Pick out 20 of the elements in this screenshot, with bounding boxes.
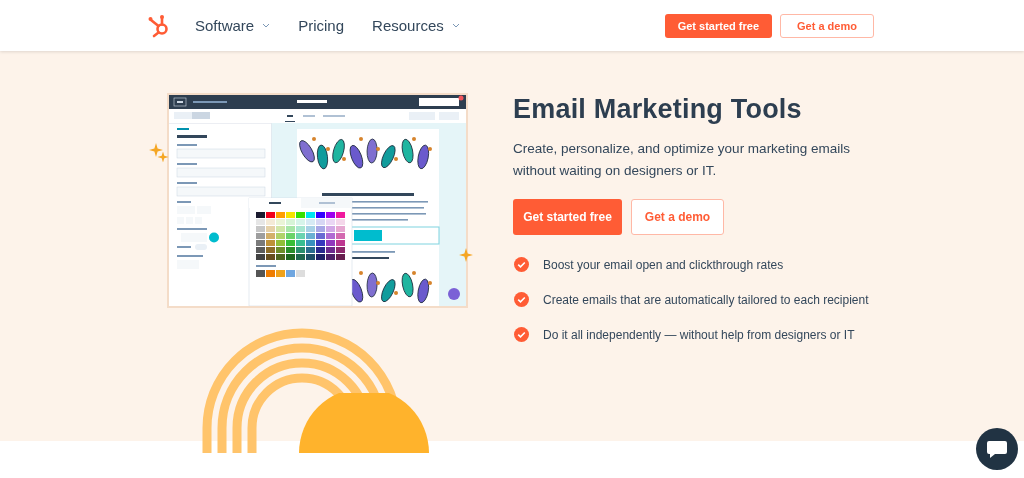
get-started-button[interactable]: Get started free <box>664 13 772 38</box>
checkmark-icon <box>514 257 529 272</box>
chat-button[interactable] <box>976 428 1018 470</box>
chat-bubble-icon <box>986 439 1008 459</box>
feature-text: Boost your email open and clickthrough rates <box>543 257 784 272</box>
nav-link[interactable]: Resources <box>372 17 460 34</box>
feature-text: Do it all independently — without help from designers or IT <box>543 327 855 342</box>
sprocket-logo-icon <box>148 13 170 38</box>
feature-text: Create emails that are automatically tailored to each recipient <box>543 292 869 307</box>
nav-link[interactable]: Software <box>195 17 271 34</box>
checkmark-icon <box>514 292 529 307</box>
get-started-button[interactable]: Get started free <box>513 199 622 235</box>
sparkle-icon <box>157 151 169 163</box>
page-title: Email Marketing Tools <box>513 94 803 125</box>
demo-button[interactable]: Get a demo <box>631 199 724 235</box>
nav-link[interactable]: Pricing <box>298 17 345 34</box>
checkmark-icon <box>514 327 529 342</box>
page-description: Create, personalize, and optimize your marketing emails without waiting on designers or IT. <box>513 140 851 180</box>
demo-button[interactable]: Get a demo <box>780 13 874 38</box>
sparkle-icon <box>459 248 473 262</box>
